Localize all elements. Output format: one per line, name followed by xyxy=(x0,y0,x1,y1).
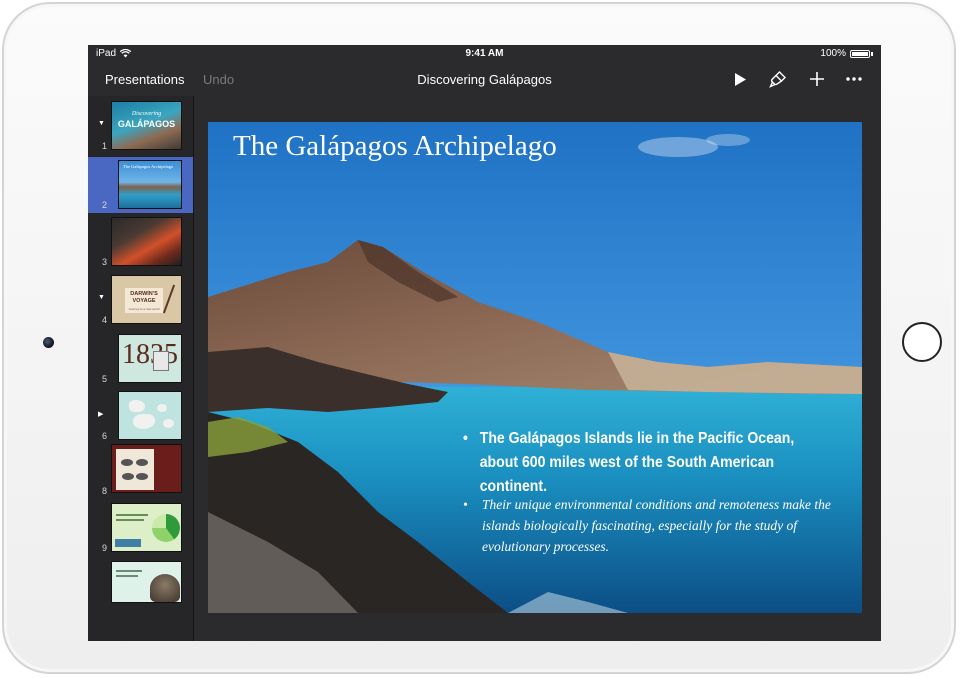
thumb-image: 1835 xyxy=(118,334,182,383)
slide-number: 8 xyxy=(102,486,108,496)
thumb-image xyxy=(111,503,182,552)
slide-thumbnail[interactable]: 3 xyxy=(88,214,193,270)
more-icon[interactable] xyxy=(844,69,864,89)
add-icon[interactable] xyxy=(807,69,827,89)
thumb-title: DARWIN'S VOYAGE xyxy=(130,291,158,304)
slide-title[interactable]: The Galápagos Archipelago xyxy=(233,130,557,163)
status-bar: iPad 9:41 AM 100% xyxy=(88,45,881,63)
slide-number: 4 xyxy=(102,315,108,325)
slide-number: 1 xyxy=(102,141,108,151)
slide-number: 2 xyxy=(102,200,108,210)
thumb-image xyxy=(111,444,182,493)
slide-bullet-1[interactable]: • The Galápagos Islands lie in the Pacif… xyxy=(463,427,797,499)
slide-canvas[interactable]: The Galápagos Archipelago • The Galápago… xyxy=(208,122,862,613)
thumb-title: The Galápagos Archipelago xyxy=(123,164,174,169)
slide-number: 6 xyxy=(102,431,108,441)
keynote-screen: iPad 9:41 AM 100% Presentations Undo Dis… xyxy=(88,45,881,641)
slide-number: 5 xyxy=(102,374,108,384)
toolbar: Presentations Undo Discovering Galápagos xyxy=(88,63,881,96)
home-button[interactable] xyxy=(902,322,942,362)
battery-percent: 100% xyxy=(820,48,846,59)
front-camera xyxy=(43,337,54,348)
slide-bullet-2[interactable]: • Their unique environmental conditions … xyxy=(463,494,858,557)
thumb-image: Discovering GALÁPAGOS xyxy=(111,101,182,150)
thumb-image xyxy=(111,561,182,603)
bullet-dot: • xyxy=(463,430,468,447)
bullet-text: The Galápagos Islands lie in the Pacific… xyxy=(479,430,795,495)
slide-thumbnail[interactable]: 9 xyxy=(88,500,193,556)
slide-thumbnail[interactable]: ▼ Discovering GALÁPAGOS 1 xyxy=(88,98,193,154)
bullet-dot: • xyxy=(463,497,468,512)
thumb-subtitle: Journey to a new world xyxy=(128,307,160,311)
navigator-divider xyxy=(193,96,194,641)
disclosure-triangle-icon[interactable]: ▼ xyxy=(98,120,105,127)
clock: 9:41 AM xyxy=(465,48,504,59)
ipad-frame: iPad 9:41 AM 100% Presentations Undo Dis… xyxy=(2,2,956,674)
undo-button[interactable]: Undo xyxy=(203,72,234,87)
thumb-title: 1835 xyxy=(122,339,178,370)
thumb-image: DARWIN'S VOYAGE Journey to a new world xyxy=(111,275,182,324)
play-icon[interactable] xyxy=(730,69,750,89)
slide-number: 3 xyxy=(102,257,108,267)
slide-thumbnail[interactable] xyxy=(88,558,193,603)
thumb-image xyxy=(111,217,182,266)
disclosure-triangle-icon[interactable]: ▼ xyxy=(98,294,105,301)
slide-thumbnail[interactable]: 1835 5 xyxy=(88,331,193,387)
battery-tip xyxy=(871,51,873,56)
thumb-subtitle: GALÁPAGOS xyxy=(117,119,176,129)
slide-thumbnail[interactable]: ▼ DARWIN'S VOYAGE Journey to a new world… xyxy=(88,272,193,328)
format-brush-icon[interactable] xyxy=(768,69,788,89)
slide-thumbnail[interactable]: 8 xyxy=(88,441,193,497)
thumb-image xyxy=(118,391,182,440)
presentations-button[interactable]: Presentations xyxy=(105,72,185,87)
slide-thumbnail-selected[interactable]: The Galápagos Archipelago 2 xyxy=(88,157,193,213)
bullet-text: Their unique environmental conditions an… xyxy=(482,497,831,554)
thumb-title: Discovering xyxy=(131,111,162,117)
disclosure-triangle-right-icon[interactable]: ▶ xyxy=(98,410,103,418)
slide-number: 9 xyxy=(102,543,108,553)
battery-icon xyxy=(850,49,870,58)
slide-navigator: ▼ Discovering GALÁPAGOS 1 The Galápagos … xyxy=(88,96,193,641)
slide-thumbnail[interactable]: ▶ 6 xyxy=(88,388,193,444)
thumb-image: The Galápagos Archipelago xyxy=(118,160,182,209)
